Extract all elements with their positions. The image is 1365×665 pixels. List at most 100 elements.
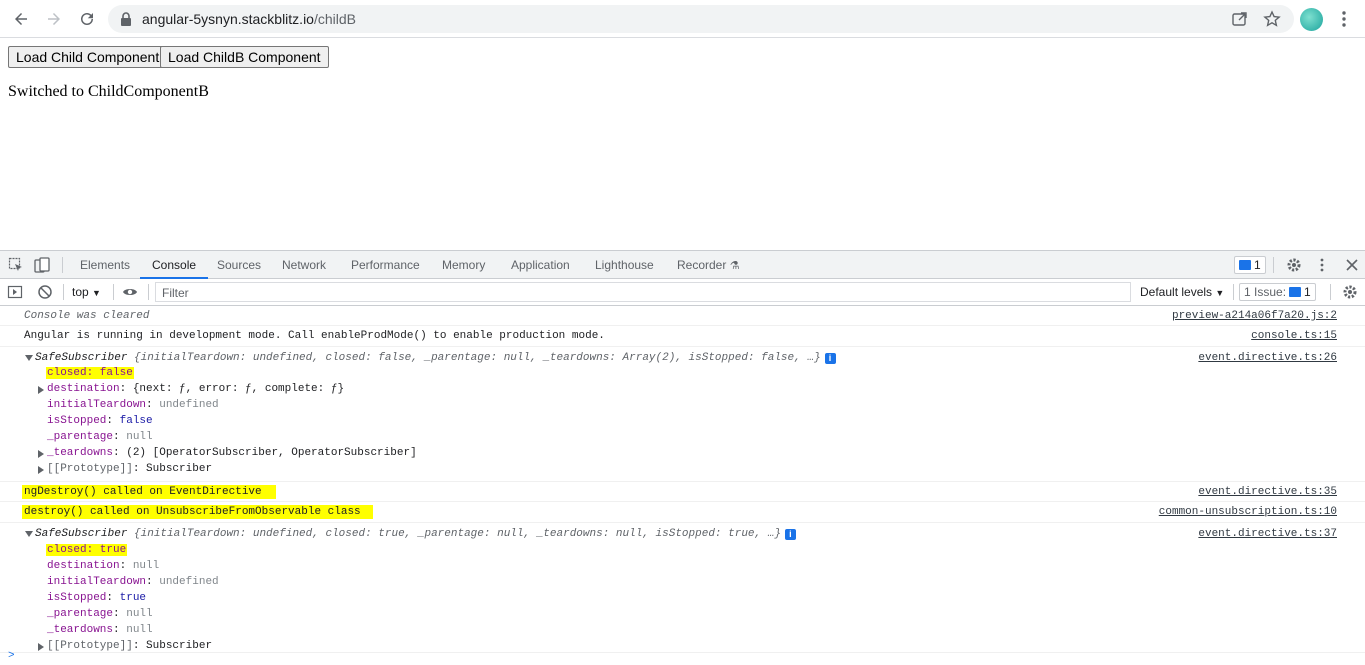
toolbar-divider xyxy=(113,284,114,300)
console-settings-gear-icon[interactable] xyxy=(1342,284,1358,300)
source-link[interactable]: event.directive.ts:37 xyxy=(1198,528,1337,540)
sidebar-toggle-icon[interactable] xyxy=(7,284,23,300)
source-link[interactable]: common-unsubscription.ts:10 xyxy=(1159,506,1337,518)
tab-lighthouse[interactable]: Lighthouse xyxy=(595,251,654,279)
expand-triangle-icon[interactable] xyxy=(38,643,44,651)
message-text: ngDestroy() called on EventDirective xyxy=(22,485,276,499)
console-prompt[interactable]: > xyxy=(8,650,15,662)
inspect-element-icon[interactable] xyxy=(8,257,24,273)
toolbar-divider xyxy=(63,284,64,300)
issues-count: 1 xyxy=(1304,285,1311,299)
message-flag-icon xyxy=(1239,260,1251,270)
prop-initialTeardown: initialTeardown: undefined xyxy=(47,399,219,411)
prop-key: initialTeardown xyxy=(47,576,147,588)
object-class-name: SafeSubscriber xyxy=(35,528,128,540)
device-toolbar-icon[interactable] xyxy=(34,257,50,273)
expand-triangle-icon[interactable] xyxy=(38,466,44,474)
prop-key: destination xyxy=(47,383,120,395)
prop-value: false xyxy=(119,415,153,427)
prop-key: initialTeardown xyxy=(47,399,147,411)
bookmark-star-icon[interactable] xyxy=(1263,10,1281,28)
settings-gear-icon[interactable] xyxy=(1286,257,1302,273)
object-class-name: SafeSubscriber xyxy=(35,352,128,364)
prop-value: undefined xyxy=(159,576,219,588)
log-levels-dropdown[interactable]: Default levels ▼ xyxy=(1140,285,1224,299)
toolbar-divider xyxy=(1330,284,1331,300)
prop-key: _parentage xyxy=(47,431,114,443)
forward-button[interactable] xyxy=(42,7,66,31)
prop-teardowns: _teardowns: (2) [OperatorSubscriber, Ope… xyxy=(47,447,417,459)
collapse-triangle-icon[interactable] xyxy=(25,355,33,361)
tab-recorder-label: Recorder xyxy=(677,258,727,272)
tab-performance[interactable]: Performance xyxy=(351,251,420,279)
live-expression-eye-icon[interactable] xyxy=(122,284,138,300)
prop-key: isStopped xyxy=(47,415,107,427)
console-message: Console was cleared preview-a214a06f7a20… xyxy=(0,306,1365,326)
profile-avatar[interactable] xyxy=(1300,8,1323,31)
collapse-triangle-icon[interactable] xyxy=(25,531,33,537)
source-link[interactable]: console.ts:15 xyxy=(1251,330,1337,342)
prop-value: null xyxy=(126,431,153,443)
issues-counter-button[interactable]: 1 Issue: 1 xyxy=(1239,283,1316,301)
source-link[interactable]: preview-a214a06f7a20.js:2 xyxy=(1172,310,1337,322)
message-text: Angular is running in development mode. … xyxy=(24,330,605,342)
object-summary-text: {initialTeardown: undefined, closed: tru… xyxy=(134,528,781,540)
load-child-button[interactable]: Load Child Component xyxy=(8,46,168,68)
address-bar[interactable]: angular-5ysnyn.stackblitz.io/childB xyxy=(108,5,1294,33)
console-messages: Console was cleared preview-a214a06f7a20… xyxy=(0,306,1365,665)
browser-menu-icon[interactable] xyxy=(1336,9,1352,29)
tab-sources[interactable]: Sources xyxy=(217,251,261,279)
flask-icon: ⚗ xyxy=(729,260,740,272)
context-selector[interactable]: top ▼ xyxy=(72,285,101,299)
clear-console-icon[interactable] xyxy=(37,284,53,300)
dropdown-arrow-icon: ▼ xyxy=(92,288,101,298)
prop-key: _teardowns xyxy=(47,624,114,636)
reload-icon xyxy=(81,12,93,25)
issues-badge[interactable]: 1 xyxy=(1234,256,1266,274)
tab-recorder[interactable]: Recorder ⚗ xyxy=(677,251,740,279)
expand-triangle-icon[interactable] xyxy=(38,386,44,394)
source-link[interactable]: event.directive.ts:35 xyxy=(1198,486,1337,498)
object-summary-text: {initialTeardown: undefined, closed: fal… xyxy=(134,352,821,364)
reload-button[interactable] xyxy=(75,7,99,31)
filter-placeholder: Filter xyxy=(162,286,189,300)
prop-value: Subscriber xyxy=(146,640,213,652)
load-childb-button[interactable]: Load ChildB Component xyxy=(160,46,329,68)
prop-parentage: _parentage: null xyxy=(47,608,153,620)
console-toolbar: top ▼ Filter Default levels ▼ 1 Issue: 1 xyxy=(0,279,1365,306)
filter-input[interactable]: Filter xyxy=(155,282,1131,302)
console-message: Angular is running in development mode. … xyxy=(0,326,1365,347)
prop-value: null xyxy=(126,608,153,620)
tab-memory[interactable]: Memory xyxy=(442,251,485,279)
lock-icon xyxy=(121,12,131,26)
prop-value: null xyxy=(132,560,160,572)
prop-destination: destination: null xyxy=(47,560,160,572)
prop-teardowns: _teardowns: null xyxy=(47,624,153,636)
console-object-message: SafeSubscriber {initialTeardown: undefin… xyxy=(0,347,1365,482)
toolbar-divider xyxy=(62,257,63,273)
prop-closed: closed: false xyxy=(46,367,134,379)
tab-network[interactable]: Network xyxy=(282,251,326,279)
prop-key: destination xyxy=(47,560,120,572)
levels-label: Default levels xyxy=(1140,285,1213,299)
prop-parentage: _parentage: null xyxy=(47,431,153,443)
back-button[interactable] xyxy=(9,7,33,31)
prop-value: null xyxy=(126,624,153,636)
url-host: angular-5ysnyn.stackblitz.io xyxy=(142,11,314,27)
expand-triangle-icon[interactable] xyxy=(38,450,44,458)
share-icon[interactable] xyxy=(1231,10,1249,28)
browser-toolbar: angular-5ysnyn.stackblitz.io/childB xyxy=(0,0,1365,38)
info-icon: i xyxy=(824,353,836,364)
tab-application[interactable]: Application xyxy=(511,251,570,279)
object-summary[interactable]: SafeSubscriber {initialTeardown: undefin… xyxy=(35,528,796,540)
tab-elements[interactable]: Elements xyxy=(80,251,130,279)
prop-key: _teardowns xyxy=(47,447,114,459)
message-flag-icon xyxy=(1289,287,1302,297)
message-text: destroy() called on UnsubscribeFromObser… xyxy=(22,505,373,519)
close-icon[interactable] xyxy=(1344,257,1360,273)
devtools-menu-icon[interactable] xyxy=(1314,257,1330,273)
devtools-panel: Elements Console Sources Network Perform… xyxy=(0,250,1365,665)
source-link[interactable]: event.directive.ts:26 xyxy=(1198,352,1337,364)
tab-console[interactable]: Console xyxy=(140,251,209,279)
object-summary[interactable]: SafeSubscriber {initialTeardown: undefin… xyxy=(35,352,836,364)
